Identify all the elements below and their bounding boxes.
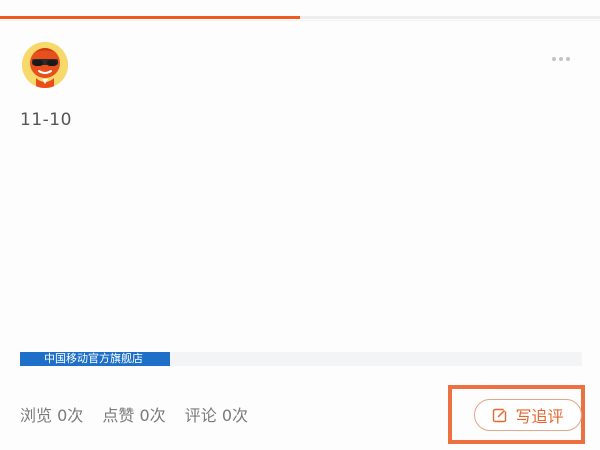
edit-icon xyxy=(493,407,508,423)
views-count: 浏览 0次 xyxy=(20,406,84,425)
write-followup-label: 写追评 xyxy=(515,407,564,426)
post-date: 11-10 xyxy=(20,110,72,130)
review-detail-screen: 11-10 中国移动官方旗舰店 浏览 0次 点赞 0次 评论 0次 写追评 xyxy=(0,0,600,450)
post-stats: 浏览 0次 点赞 0次 评论 0次 xyxy=(20,402,262,426)
more-dots-icon[interactable] xyxy=(550,53,572,65)
write-followup-review-button[interactable]: 写追评 xyxy=(474,399,582,431)
store-name-tag: 中国移动官方旗舰店 xyxy=(20,352,170,366)
tab-progress-bar xyxy=(0,16,600,19)
sunglasses-mascot-avatar-icon xyxy=(22,42,68,88)
header-divider xyxy=(0,20,600,21)
tab-progress-fill xyxy=(0,16,300,19)
comments-count: 评论 0次 xyxy=(184,406,249,425)
store-banner[interactable]: 中国移动官方旗舰店 xyxy=(20,352,582,366)
avatar[interactable] xyxy=(22,42,68,88)
likes-count: 点赞 0次 xyxy=(102,406,166,425)
